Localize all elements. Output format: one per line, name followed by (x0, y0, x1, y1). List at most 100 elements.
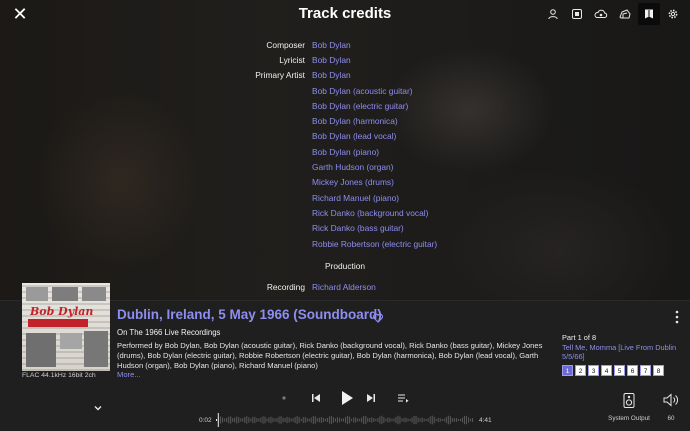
waveform-bar (459, 418, 461, 422)
waveform-bar (407, 418, 409, 422)
speaker-icon (623, 393, 635, 408)
tv-icon[interactable] (566, 3, 588, 25)
waveform-bar (445, 417, 447, 423)
waveform-bar (417, 417, 419, 423)
credit-person[interactable]: Robbie Robertson (electric guitar) (312, 239, 437, 249)
cover-photo-tile (52, 287, 78, 301)
gear-icon[interactable] (662, 3, 684, 25)
waveform-bar (395, 416, 397, 423)
credit-person[interactable]: Bob Dylan (harmonica) (312, 116, 398, 126)
waveform-bar (439, 418, 441, 422)
waveform-bar (224, 418, 226, 422)
credit-person[interactable]: Bob Dylan (piano) (312, 147, 379, 157)
waveform-bar (385, 418, 387, 422)
credit-person[interactable]: Bob Dylan (lead vocal) (312, 131, 396, 141)
credit-person[interactable]: Rick Danko (background vocal) (312, 208, 428, 218)
page-button[interactable]: 6 (627, 365, 638, 376)
waveform-bar (264, 416, 266, 424)
waveform-bar (409, 418, 411, 422)
book-icon[interactable] (638, 3, 660, 25)
credit-row: Bob Dylan (harmonica) (0, 113, 690, 128)
waveform-bar (280, 416, 282, 424)
chevron-down-icon[interactable] (92, 401, 104, 413)
top-toolbar (542, 3, 684, 25)
volume-value: 60 (667, 415, 675, 422)
waveform-bar (437, 417, 439, 423)
credit-row: Primary Artist Bob Dylan (0, 68, 690, 83)
waveform-bar (375, 418, 377, 422)
credit-person[interactable]: Bob Dylan (electric guitar) (312, 101, 408, 111)
waveform-bar (334, 418, 336, 422)
stack-icon[interactable] (614, 3, 636, 25)
more-options-icon[interactable] (671, 309, 683, 325)
waveform-bar (449, 416, 451, 424)
cover-title: Bob Dylan (30, 305, 94, 318)
waveform-bar (411, 417, 413, 423)
waveform-bar (322, 417, 324, 423)
credit-person[interactable]: Bob Dylan (312, 70, 351, 80)
credit-person[interactable]: Richard Manuel (piano) (312, 193, 399, 203)
waveform-bar (274, 418, 276, 422)
cover-photo-tile (82, 287, 106, 301)
waveform-bar (234, 417, 236, 423)
seek-cursor[interactable] (217, 413, 219, 427)
credit-row: Garth Hudson (organ) (0, 159, 690, 174)
queue-icon[interactable] (394, 389, 412, 407)
waveform-bar (391, 418, 393, 422)
credit-row: Bob Dylan (piano) (0, 144, 690, 159)
next-track-link[interactable]: Tell Me, Momma [Live From Dublin 5/5/66] (562, 343, 682, 361)
volume-button[interactable]: 60 (661, 393, 681, 422)
credit-person[interactable]: Bob Dylan (312, 55, 351, 65)
waveform-bar (433, 416, 435, 424)
album-cover[interactable]: Bob Dylan (22, 283, 110, 371)
more-link[interactable]: More... (117, 370, 141, 379)
credit-row: Mickey Jones (drums) (0, 175, 690, 190)
heart-icon[interactable] (372, 311, 384, 323)
waveform-bar (463, 416, 465, 425)
credit-row: Bob Dylan (electric guitar) (0, 98, 690, 113)
credit-row: Composer Bob Dylan (0, 37, 690, 52)
credit-person[interactable]: Garth Hudson (organ) (312, 162, 393, 172)
shuffle-icon[interactable] (275, 389, 293, 407)
play-icon[interactable] (336, 388, 358, 408)
next-icon[interactable] (362, 389, 380, 407)
waveform-bar (369, 418, 371, 422)
waveform-bar (349, 416, 351, 424)
waveform-bar (345, 416, 347, 424)
credit-person[interactable]: Rick Danko (bass guitar) (312, 223, 404, 233)
volume-icon (663, 393, 678, 407)
page-button[interactable]: 5 (614, 365, 625, 376)
waveform-bar (318, 417, 320, 423)
waveform-bar (451, 418, 453, 422)
waveform-bar (413, 416, 415, 425)
waveform-bar (308, 418, 310, 422)
page-button[interactable]: 2 (575, 365, 586, 376)
credit-person[interactable]: Richard Alderson (312, 282, 376, 292)
performers-text: Performed by Bob Dylan, Bob Dylan (acous… (117, 341, 543, 371)
credit-row: Rick Danko (background vocal) (0, 205, 690, 220)
cover-photo-tile (84, 331, 108, 367)
waveform-bar (421, 417, 423, 423)
page-button[interactable]: 8 (653, 365, 664, 376)
album-name[interactable]: On The 1966 Live Recordings (117, 328, 220, 337)
waveform-bar (435, 418, 437, 421)
page-button[interactable]: 3 (588, 365, 599, 376)
waveform-bar (431, 415, 433, 425)
page-button[interactable]: 4 (601, 365, 612, 376)
waveform-bar (230, 416, 232, 424)
waveform-seekbar[interactable] (216, 413, 474, 427)
cloud-icon[interactable] (590, 3, 612, 25)
page-button[interactable]: 1 (562, 365, 573, 376)
credit-person[interactable]: Bob Dylan (312, 40, 351, 50)
previous-icon[interactable] (307, 389, 325, 407)
waveform-bar (306, 418, 308, 422)
credit-person[interactable]: Bob Dylan (acoustic guitar) (312, 86, 413, 96)
waveform-bar (455, 418, 457, 422)
system-output-button[interactable]: System Output (606, 393, 652, 422)
user-icon[interactable] (542, 3, 564, 25)
page-button[interactable]: 7 (640, 365, 651, 376)
waveform-bar (403, 417, 405, 423)
credit-person[interactable]: Mickey Jones (drums) (312, 177, 394, 187)
track-title[interactable]: Dublin, Ireland, 5 May 1966 (Soundboard) (117, 307, 382, 322)
waveform-bar (242, 418, 244, 422)
